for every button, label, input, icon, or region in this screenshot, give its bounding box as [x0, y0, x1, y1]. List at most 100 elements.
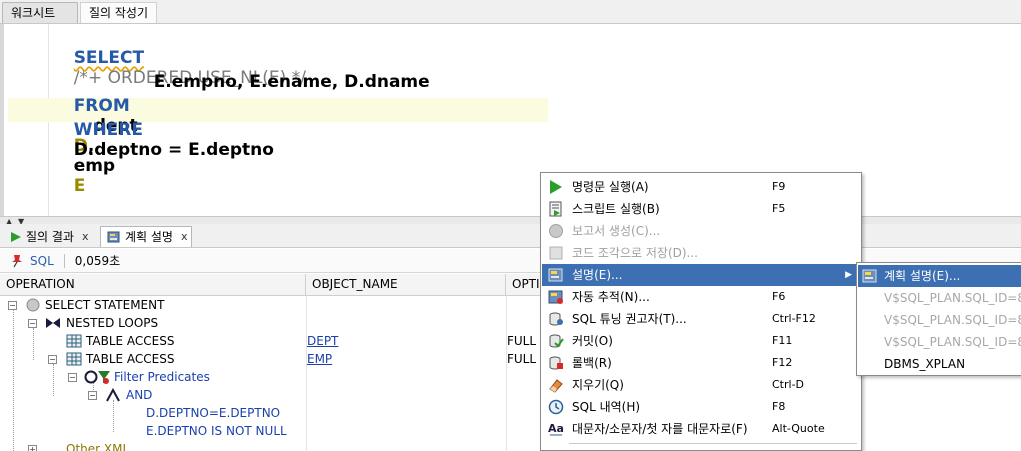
menu-shortcut: F12: [772, 356, 793, 369]
menu-shortcut: Ctrl-F12: [772, 312, 816, 325]
menu-item-label: 대문자/소문자/첫 자를 대문자로(F): [572, 422, 748, 436]
code-line-4: WHERE D.deptno = E.deptno: [50, 100, 274, 180]
submenu-item-sql-plan[interactable]: V$SQL_PLAN.SQL_ID=8cv: [858, 309, 1021, 331]
menu-item-label: 자동 추적(N)...: [572, 290, 650, 304]
column-header-object-name[interactable]: OBJECT_NAME: [306, 274, 506, 296]
expand-icon[interactable]: +: [28, 445, 37, 451]
menu-shortcut: Ctrl-D: [772, 378, 805, 391]
operation-cell: TABLE ACCESS: [86, 334, 175, 348]
statement-icon: [26, 298, 40, 312]
menu-shortcut: F5: [772, 202, 786, 215]
object-name-link[interactable]: DEPT: [307, 332, 338, 350]
table-row[interactable]: + Other XML: [0, 440, 1021, 451]
eraser-icon: [549, 379, 563, 393]
submenu-item-sql-plan[interactable]: V$SQL_PLAN.SQL_ID=8cv: [858, 287, 1021, 309]
tab-query-result[interactable]: 질의 결과 x: [4, 226, 98, 247]
menu-item-label: 설명(E)...: [572, 268, 623, 282]
submenu-arrow-icon: ▶: [845, 270, 852, 280]
report-icon: [549, 224, 563, 238]
menu-shortcut: F8: [772, 400, 786, 413]
where-condition: D.deptno = E.deptno: [73, 140, 274, 160]
menu-item-label: SQL 내역(H): [572, 400, 641, 414]
table-row[interactable]: − AND: [0, 386, 1021, 404]
menu-item-clear[interactable]: 지우기(Q) Ctrl-D: [542, 374, 860, 396]
tab-query-result-label: 질의 결과: [26, 229, 74, 244]
tuning-advisor-icon: [549, 312, 563, 326]
menu-item-run-script[interactable]: 스크립트 실행(B) F5: [542, 198, 860, 220]
object-name-link[interactable]: EMP: [307, 350, 332, 368]
pane-splitter[interactable]: ▲ ▼: [0, 216, 1021, 226]
menu-item-label: SQL 튜닝 권고자(T)...: [572, 312, 687, 326]
column-header-operation[interactable]: OPERATION: [0, 274, 306, 296]
menu-item-save-snippet[interactable]: 코드 조각으로 저장(D)...: [542, 242, 860, 264]
menu-item-label: 롤백(R): [572, 356, 612, 370]
menu-item-toggle-case[interactable]: Aa 대문자/소문자/첫 자를 대문자로(F) Alt-Quote: [542, 418, 860, 440]
menu-item-explain[interactable]: 설명(E)... ▶: [542, 264, 860, 286]
submenu-item-sql-plan[interactable]: V$SQL_PLAN.SQL_ID=8cv: [858, 331, 1021, 353]
table-row[interactable]: E.DEPTNO IS NOT NULL: [0, 422, 1021, 440]
select-columns: E.empno, E.ename, D.dname: [153, 72, 430, 92]
close-icon[interactable]: x: [82, 227, 89, 247]
menu-item-label: 커밋(O): [572, 334, 613, 348]
table-icon: [66, 352, 82, 366]
table-icon: [66, 334, 82, 348]
tab-query-builder[interactable]: 질의 작성기: [80, 2, 158, 23]
operation-cell: NESTED LOOPS: [66, 316, 159, 330]
submenu-item-label: V$SQL_PLAN.SQL_ID=8cv: [884, 335, 1021, 349]
table-row[interactable]: D.DEPTNO=E.DEPTNO: [0, 404, 1021, 422]
commit-icon: [549, 334, 564, 348]
menu-item-run-statement[interactable]: 명령문 실행(A) F9: [542, 176, 860, 198]
menu-item-label: 스크립트 실행(B): [572, 202, 660, 216]
menu-item-autotrace[interactable]: 자동 추적(N)... F6: [542, 286, 860, 308]
menu-shortcut: F11: [772, 334, 793, 347]
tab-worksheet[interactable]: 워크시트: [2, 2, 78, 23]
sql-editor[interactable]: SELECT /*+ ORDERED USE_NL(E) */ E.empno,…: [0, 24, 1021, 216]
filter-predicates-icon: [84, 370, 110, 384]
pin-icon[interactable]: [10, 254, 24, 268]
menu-item-rollback[interactable]: 롤백(R) F12: [542, 352, 860, 374]
submenu-item-label: 계획 설명(E)...: [884, 269, 961, 283]
tab-explain-plan-label: 계획 설명: [125, 230, 173, 244]
operation-cell: Filter Predicates: [114, 370, 210, 384]
collapse-icon[interactable]: −: [28, 319, 37, 328]
tab-explain-plan[interactable]: 계획 설명 x: [100, 226, 192, 247]
explain-plan-icon: [107, 231, 120, 243]
sql-link[interactable]: SQL: [30, 254, 54, 268]
snippet-icon: [549, 246, 563, 260]
explain-plan-icon: [548, 268, 563, 282]
collapse-icon[interactable]: −: [48, 355, 57, 364]
predicate-cell: D.DEPTNO=E.DEPTNO: [146, 406, 281, 420]
and-icon: [106, 387, 120, 402]
nested-loops-icon: [46, 318, 60, 328]
run-icon: [550, 180, 562, 194]
worksheet-tab-bar: 워크시트 질의 작성기: [0, 0, 1021, 24]
rollback-icon: [549, 356, 563, 370]
menu-item-label: 명령문 실행(A): [572, 180, 649, 194]
collapse-icon[interactable]: −: [8, 301, 17, 310]
run-icon: [11, 231, 21, 242]
menu-item-commit[interactable]: 커밋(O) F11: [542, 330, 860, 352]
collapse-icon[interactable]: −: [68, 373, 77, 382]
menu-item-label: 코드 조각으로 저장(D)...: [572, 246, 698, 260]
history-icon: [548, 399, 564, 415]
menu-item-sql-tuning-advisor[interactable]: SQL 튜닝 권고자(T)... Ctrl-F12: [542, 308, 860, 330]
close-icon[interactable]: x: [181, 227, 188, 247]
menu-item-sql-history[interactable]: SQL 내역(H) F8: [542, 396, 860, 418]
menu-separator: [569, 443, 857, 444]
operation-cell: Other XML: [66, 442, 130, 451]
submenu-item-label: V$SQL_PLAN.SQL_ID=8cv: [884, 313, 1021, 327]
operation-cell: SELECT STATEMENT: [45, 298, 165, 312]
menu-shortcut: F9: [772, 180, 786, 193]
results-tab-bar: 질의 결과 x 계획 설명 x: [0, 224, 1021, 248]
submenu-item-dbms-xplan[interactable]: DBMS_XPLAN: [858, 353, 1021, 375]
collapse-icon[interactable]: −: [88, 391, 97, 400]
operation-cell: AND: [126, 388, 153, 402]
run-script-icon: [549, 201, 562, 217]
menu-item-generate-report[interactable]: 보고서 생성(C)...: [542, 220, 860, 242]
submenu-item-explain-plan[interactable]: 계획 설명(E)...: [858, 265, 1021, 287]
editor-context-menu: 명령문 실행(A) F9 스크립트 실행(B) F5 보고서 생성(C)... …: [540, 172, 862, 451]
predicate-cell: E.DEPTNO IS NOT NULL: [146, 424, 287, 438]
explain-plan-icon: [862, 269, 877, 283]
submenu-item-label: DBMS_XPLAN: [884, 357, 966, 371]
operation-cell: TABLE ACCESS: [86, 352, 175, 366]
